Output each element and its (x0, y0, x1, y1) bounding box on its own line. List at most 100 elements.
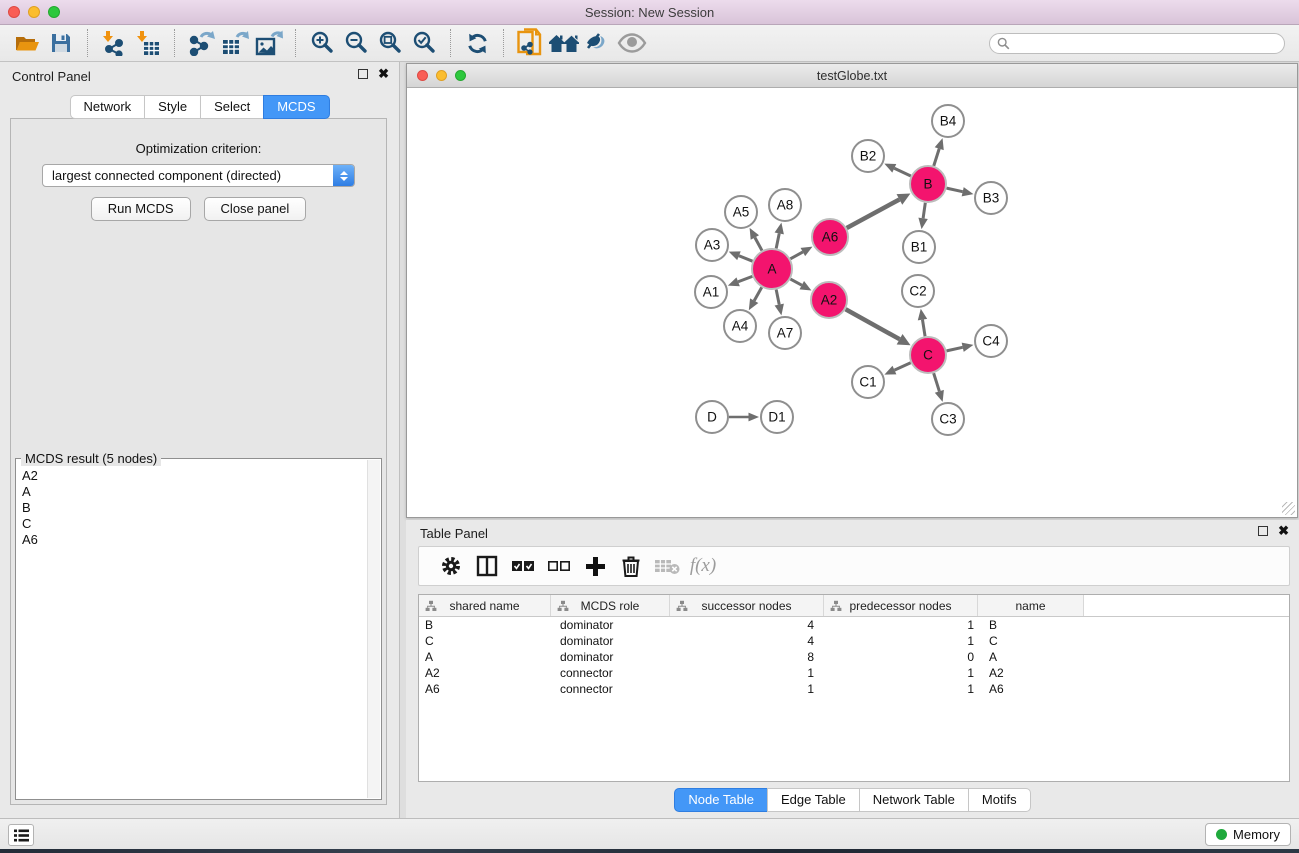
task-history-button[interactable] (8, 824, 34, 846)
graph-node-A1[interactable]: A1 (695, 276, 727, 308)
result-item[interactable]: A (22, 484, 366, 500)
zoom-fit-button[interactable] (373, 28, 407, 58)
import-network-button[interactable] (97, 28, 131, 58)
show-hide-graphics-button[interactable] (615, 28, 649, 58)
tab-network-table[interactable]: Network Table (859, 788, 969, 812)
column-header-predecessor-nodes[interactable]: predecessor nodes (824, 595, 978, 616)
export-network-icon (188, 30, 215, 56)
column-header-MCDS-role[interactable]: MCDS role (551, 595, 670, 616)
open-session-button[interactable] (10, 28, 44, 58)
graph-node-C2[interactable]: C2 (902, 275, 934, 307)
table-settings-button[interactable] (433, 551, 469, 581)
app-titlebar: Session: New Session (0, 0, 1299, 25)
result-item[interactable]: A6 (22, 532, 366, 548)
result-item[interactable]: A2 (22, 468, 366, 484)
graph-node-B4[interactable]: B4 (932, 105, 964, 137)
float-table-panel-icon[interactable] (1258, 526, 1268, 536)
graph-node-A5[interactable]: A5 (725, 196, 757, 228)
import-table-button[interactable] (131, 28, 165, 58)
deselect-all-button[interactable] (541, 551, 577, 581)
open-folder-icon (14, 31, 41, 55)
import-table-icon (135, 30, 161, 56)
tab-select[interactable]: Select (200, 95, 264, 119)
graph-node-B3[interactable]: B3 (975, 182, 1007, 214)
zoom-in-button[interactable] (305, 28, 339, 58)
zoom-window-button[interactable] (48, 6, 60, 18)
export-image-button[interactable] (252, 28, 286, 58)
tab-mcds[interactable]: MCDS (263, 95, 329, 119)
graph-node-A6[interactable]: A6 (812, 219, 848, 255)
network-close-button[interactable] (417, 70, 428, 81)
memory-label: Memory (1233, 827, 1280, 842)
table-row[interactable]: Adominator80A (419, 649, 1289, 665)
graph-node-D[interactable]: D (696, 401, 728, 433)
table-row[interactable]: A6connector11A6 (419, 681, 1289, 697)
memory-button[interactable]: Memory (1205, 823, 1291, 846)
result-scrollbar[interactable] (367, 460, 380, 798)
result-item[interactable]: C (22, 516, 366, 532)
graph-node-C1[interactable]: C1 (852, 366, 884, 398)
select-all-button[interactable] (505, 551, 541, 581)
close-panel-button[interactable]: Close panel (204, 197, 307, 221)
zoom-out-button[interactable] (339, 28, 373, 58)
column-header-name[interactable]: name (978, 595, 1084, 616)
graph-node-B1[interactable]: B1 (903, 231, 935, 263)
tab-style[interactable]: Style (144, 95, 201, 119)
tab-edge-table[interactable]: Edge Table (767, 788, 860, 812)
graph-node-B[interactable]: B (910, 166, 946, 202)
graph-node-B2[interactable]: B2 (852, 140, 884, 172)
tab-motifs[interactable]: Motifs (968, 788, 1031, 812)
network-canvas[interactable]: A A1 A2 A3 A4 A5 A6 A7 A8 B B1 B2 B3 B4 C C1 C2 C3 C4 D D1 (407, 88, 1297, 517)
graph-node-A[interactable]: A (752, 249, 792, 289)
result-item[interactable]: B (22, 500, 366, 516)
function-builder-button[interactable]: f(x) (685, 551, 721, 581)
network-from-file-button[interactable] (513, 28, 547, 58)
network-minimize-button[interactable] (436, 70, 447, 81)
close-table-panel-icon[interactable]: ✖ (1278, 526, 1289, 536)
zoom-selected-button[interactable] (407, 28, 441, 58)
save-session-button[interactable] (44, 28, 78, 58)
window-resize-grip[interactable] (1282, 502, 1295, 515)
graph-node-C4[interactable]: C4 (975, 325, 1007, 357)
column-type-icon (676, 600, 688, 615)
delete-row-button[interactable] (613, 551, 649, 581)
tab-node-table[interactable]: Node Table (674, 788, 768, 812)
table-row[interactable]: Bdominator41B (419, 617, 1289, 633)
graph-node-D1[interactable]: D1 (761, 401, 793, 433)
table-cell: A2 (978, 666, 1084, 680)
search-input[interactable] (989, 33, 1285, 54)
table-cell: 1 (824, 618, 978, 632)
network-zoom-button[interactable] (455, 70, 466, 81)
style-preview-button[interactable] (581, 28, 615, 58)
graph-node-C3[interactable]: C3 (932, 403, 964, 435)
tab-network[interactable]: Network (69, 95, 145, 119)
show-columns-button[interactable] (469, 551, 505, 581)
add-row-button[interactable] (577, 551, 613, 581)
run-mcds-button[interactable]: Run MCDS (91, 197, 191, 221)
table-row[interactable]: A2connector11A2 (419, 665, 1289, 681)
export-network-button[interactable] (184, 28, 218, 58)
network-window-titlebar[interactable]: testGlobe.txt (407, 64, 1297, 88)
svg-text:C2: C2 (909, 284, 926, 299)
table-panel: Table Panel ✖ (406, 520, 1299, 818)
graph-node-A7[interactable]: A7 (769, 317, 801, 349)
column-header-successor-nodes[interactable]: successor nodes (670, 595, 824, 616)
graph-node-C[interactable]: C (910, 337, 946, 373)
close-panel-icon[interactable]: ✖ (378, 69, 389, 79)
refresh-layout-button[interactable] (460, 28, 494, 58)
home-pages-button[interactable] (547, 28, 581, 58)
minimize-window-button[interactable] (28, 6, 40, 18)
export-table-button[interactable] (218, 28, 252, 58)
graph-node-A3[interactable]: A3 (696, 229, 728, 261)
network-graph: A A1 A2 A3 A4 A5 A6 A7 A8 B B1 B2 B3 B4 C C1 C2 C3 C4 D D1 (407, 88, 1297, 517)
graph-node-A8[interactable]: A8 (769, 189, 801, 221)
session-title: Session: New Session (585, 5, 714, 20)
criterion-dropdown[interactable]: largest connected component (directed) (42, 164, 355, 187)
float-panel-icon[interactable] (358, 69, 368, 79)
graph-node-A4[interactable]: A4 (724, 310, 756, 342)
close-window-button[interactable] (8, 6, 20, 18)
column-header-shared-name[interactable]: shared name (419, 595, 551, 616)
graph-node-A2[interactable]: A2 (811, 282, 847, 318)
delete-column-button[interactable] (649, 551, 685, 581)
table-row[interactable]: Cdominator41C (419, 633, 1289, 649)
